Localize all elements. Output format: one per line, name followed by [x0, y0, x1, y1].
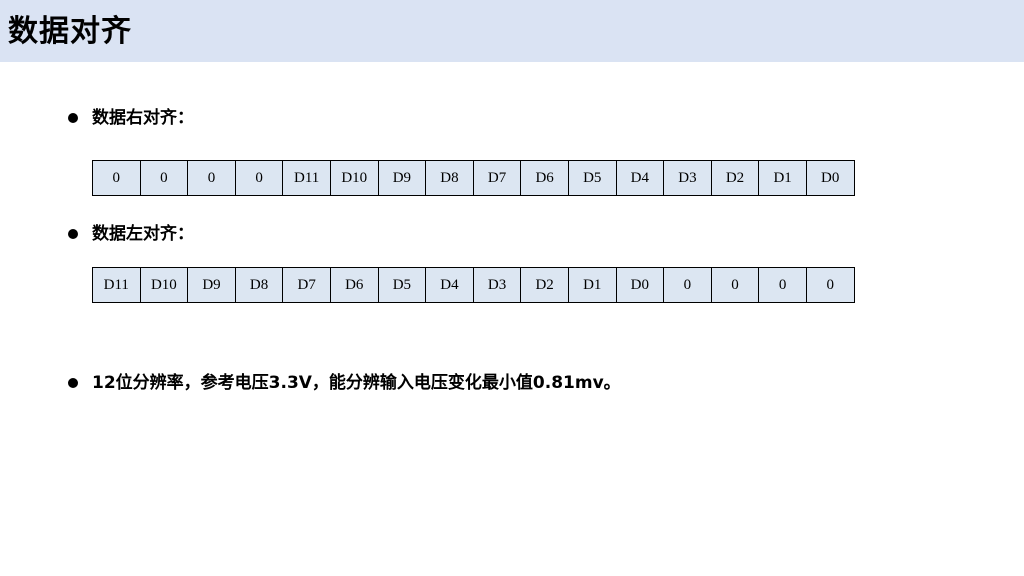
- bit-cell: 0: [805, 267, 855, 303]
- bit-cell: D9: [187, 267, 236, 303]
- bullet-dot-icon: [68, 229, 78, 239]
- right-align-label: 数据右对齐：: [92, 108, 194, 128]
- bit-cell: 0: [758, 267, 807, 303]
- bullet-resolution-note: 12位分辨率，参考电压3.3V，能分辨输入电压变化最小值0.81mv。: [68, 371, 621, 395]
- bit-cell: D8: [425, 160, 474, 196]
- bit-cell: D7: [472, 160, 522, 196]
- bit-cell: 0: [234, 160, 284, 196]
- bit-cell: 0: [139, 160, 189, 196]
- right-align-bit-table: 0 0 0 0 D11 D10 D9 D8 D7 D6 D5 D4 D3 D2 …: [92, 160, 855, 196]
- bit-cell: D4: [615, 160, 665, 196]
- bit-cell: D5: [377, 267, 427, 303]
- bit-cell: 0: [187, 160, 236, 196]
- bullet-right-align: 数据右对齐：: [68, 106, 194, 130]
- bit-cell: D5: [567, 160, 617, 196]
- bit-row: 0 0 0 0 D11 D10 D9 D8 D7 D6 D5 D4 D3 D2 …: [92, 160, 855, 196]
- bit-cell: D3: [663, 160, 712, 196]
- bit-cell: D0: [615, 267, 665, 303]
- bullet-dot-icon: [68, 378, 78, 388]
- bullet-left-align: 数据左对齐：: [68, 222, 194, 246]
- bit-cell: D2: [520, 267, 569, 303]
- bit-cell: D1: [567, 267, 617, 303]
- bit-cell: D4: [425, 267, 474, 303]
- bit-cell: D10: [139, 267, 189, 303]
- bit-cell: D11: [282, 160, 331, 196]
- bullet-dot-icon: [68, 113, 78, 123]
- bit-cell: D2: [710, 160, 760, 196]
- title-banner: 数据对齐: [0, 0, 1024, 62]
- bit-cell: D11: [92, 267, 141, 303]
- page-title: 数据对齐: [8, 14, 132, 49]
- resolution-note-text: 12位分辨率，参考电压3.3V，能分辨输入电压变化最小值0.81mv。: [92, 373, 621, 393]
- left-align-bit-table: D11 D10 D9 D8 D7 D6 D5 D4 D3 D2 D1 D0 0 …: [92, 267, 855, 303]
- bit-cell: 0: [710, 267, 760, 303]
- bit-cell: D6: [329, 267, 379, 303]
- bit-cell: 0: [663, 267, 712, 303]
- bit-cell: 0: [92, 160, 141, 196]
- bit-cell: D0: [805, 160, 855, 196]
- bit-cell: D3: [472, 267, 522, 303]
- bit-cell: D1: [758, 160, 807, 196]
- bit-cell: D6: [520, 160, 569, 196]
- bit-cell: D9: [377, 160, 427, 196]
- bit-cell: D7: [282, 267, 331, 303]
- bit-row: D11 D10 D9 D8 D7 D6 D5 D4 D3 D2 D1 D0 0 …: [92, 267, 855, 303]
- bit-cell: D10: [329, 160, 379, 196]
- left-align-label: 数据左对齐：: [92, 224, 194, 244]
- bit-cell: D8: [234, 267, 284, 303]
